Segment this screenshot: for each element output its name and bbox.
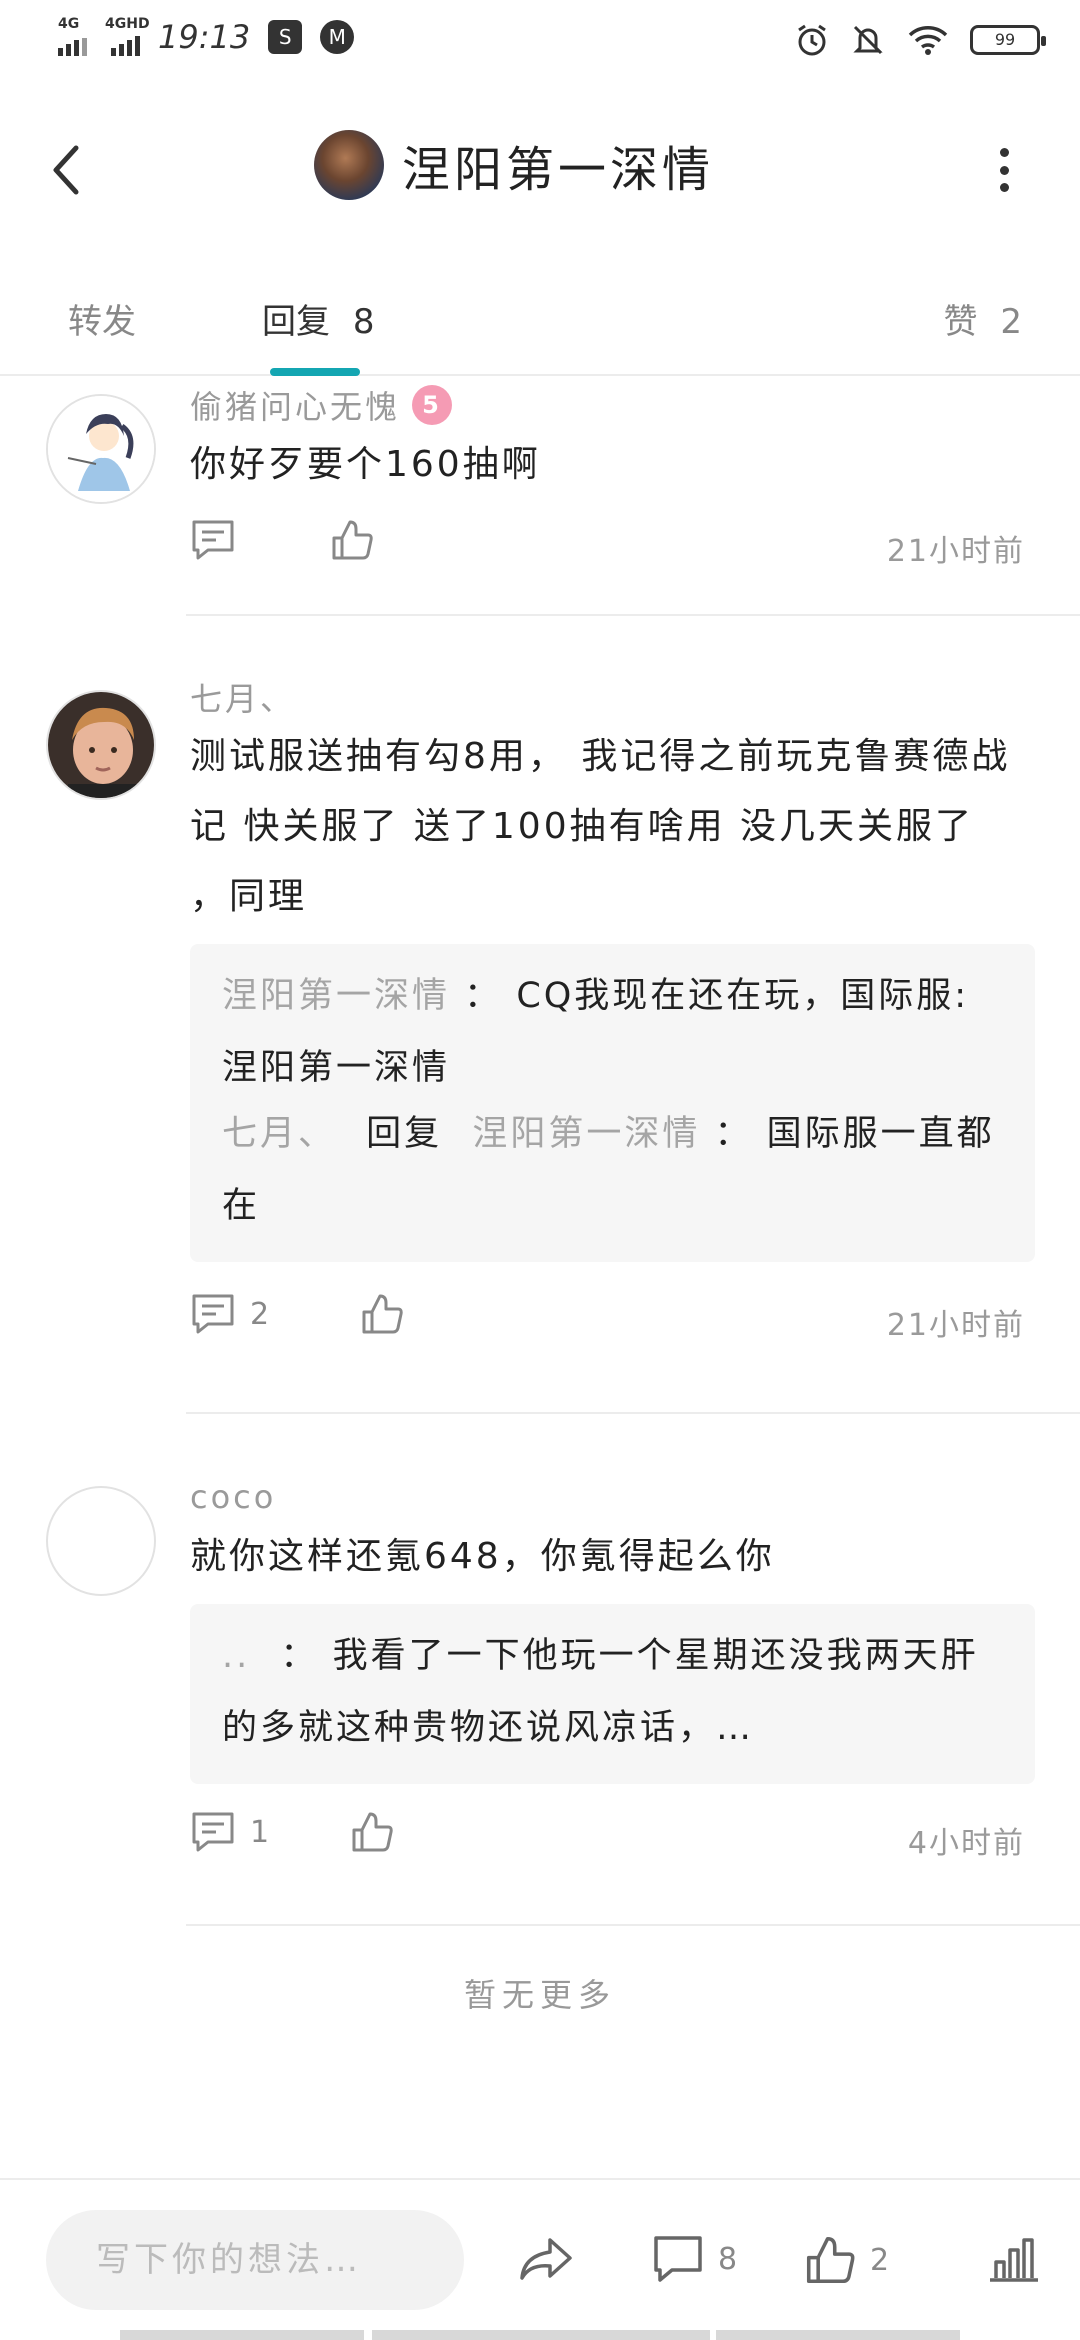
reply-button[interactable]: 1 [190, 1810, 269, 1854]
avatar[interactable] [46, 690, 156, 800]
comment-actions: 1 4小时前 [190, 1810, 1035, 1880]
level-badge: 5 [412, 385, 453, 425]
tab-indicator [270, 368, 360, 376]
thumbs-up-icon [352, 1812, 393, 1852]
header: 涅阳第一深情 [0, 120, 1080, 220]
author-name[interactable]: 偷猪问心无愧 [190, 382, 400, 428]
tab-like[interactable]: 赞 2 [944, 294, 1022, 343]
reply-target[interactable]: 涅阳第一深情 [472, 1114, 700, 1154]
back-arrow-icon[interactable] [46, 140, 86, 200]
reply-author[interactable]: 涅阳第一深情 [222, 976, 450, 1016]
tab-like-label: 赞 [943, 302, 978, 342]
reply-preview-line: 七月、 回复 涅阳第一深情 ： 国际服一直都在 [222, 1098, 1003, 1242]
comment-count: 8 [718, 2241, 738, 2277]
reply-count: 2 [250, 1296, 270, 1332]
bar-chart-icon [990, 2238, 1038, 2282]
comment-icon [192, 520, 234, 560]
author-name[interactable]: coco [190, 1478, 276, 1516]
mute-icon [853, 25, 883, 55]
comment-text: 就你这样还氪648，你氪得起么你 [190, 1536, 775, 1577]
like-button[interactable]: 2 [804, 2234, 889, 2286]
signal-icon-2: 4GHD [105, 16, 150, 56]
comment-text: 你好歹要个160抽啊 [190, 444, 541, 485]
signal-2-label: 4GHD [105, 16, 150, 32]
status-bar: 4G 4GHD 19:13 S M 99 [0, 0, 1080, 80]
app-notification-icon: S [268, 20, 303, 54]
nav-hint-bar [120, 2330, 364, 2340]
comment-author[interactable]: 七月、 [190, 672, 1050, 722]
share-icon [520, 2238, 572, 2280]
alarm-icon [798, 24, 826, 56]
comment-icon [192, 1294, 234, 1334]
header-avatar[interactable] [314, 130, 384, 200]
reply-button[interactable] [190, 518, 236, 562]
divider [186, 1924, 1080, 1926]
reply-preview-line: 涅阳第一深情 ： CQ我现在还在玩，国际服:涅阳第一深情 [222, 960, 1003, 1104]
comment-button[interactable]: 8 [652, 2234, 737, 2284]
reply-author[interactable]: .. [222, 1636, 250, 1676]
app-notification-icon-2: M [320, 20, 355, 54]
like-button[interactable] [360, 1292, 404, 1336]
share-button[interactable] [516, 2234, 576, 2284]
thumbs-up-icon [332, 520, 373, 560]
comment-icon [192, 1812, 234, 1852]
like-count: 2 [870, 2242, 890, 2278]
nav-hint-bar [716, 2330, 960, 2340]
reply-button[interactable]: 2 [190, 1292, 269, 1336]
stats-button[interactable] [988, 2234, 1040, 2284]
more-menu-icon[interactable] [998, 148, 1010, 192]
comment-time: 21小时前 [886, 1308, 1025, 1343]
reply-author[interactable]: 七月、 [222, 1114, 336, 1154]
header-user[interactable]: 涅阳第一深情 [314, 130, 714, 200]
no-more-text: 暂无更多 [463, 1976, 616, 2014]
author-name[interactable]: 七月、 [190, 674, 295, 720]
signal-icon-1: 4G [58, 16, 87, 56]
anime-avatar-image [48, 396, 154, 502]
tab-reply-count: 8 [352, 302, 375, 342]
reply-separator: ： [280, 1636, 319, 1676]
thumbs-up-icon [806, 2236, 855, 2284]
comment-author[interactable]: 偷猪问心无愧 5 [190, 380, 1050, 430]
divider [186, 614, 1080, 616]
comment-input[interactable]: 写下你的想法… [46, 2210, 464, 2310]
tab-bar: 转发 回复 8 赞 2 [0, 280, 1080, 376]
battery-icon: 99 [970, 25, 1046, 55]
nav-hint-bar [372, 2330, 710, 2340]
reply-word: 回复 [366, 1114, 443, 1154]
like-button[interactable] [330, 518, 374, 562]
like-button[interactable] [350, 1810, 394, 1854]
comment-time: 21小时前 [886, 534, 1025, 569]
comment-icon [654, 2236, 702, 2282]
status-time: 19:13 [158, 18, 251, 56]
reply-preview-line: .. ： 我看了一下他玩一个星期还没我两天肝的多就这种贵物还说风凉话，… [222, 1620, 1003, 1764]
thumbs-up-icon [362, 1294, 403, 1334]
bottom-bar: 写下你的想法… 8 2 [0, 2178, 1080, 2340]
page-title: 涅阳第一深情 [402, 142, 715, 198]
reply-separator: ： [464, 976, 503, 1016]
wifi-icon [908, 26, 948, 55]
reply-preview[interactable]: 涅阳第一深情 ： CQ我现在还在玩，国际服:涅阳第一深情 七月、 回复 涅阳第一… [190, 944, 1035, 1262]
reply-text: 我看了一下他玩一个星期还没我两天肝的多就这种贵物还说风凉话，… [222, 1636, 979, 1748]
reply-count: 1 [250, 1814, 270, 1850]
comment-actions: 21小时前 [190, 518, 1035, 588]
comment-actions: 2 21小时前 [190, 1292, 1035, 1362]
tab-like-count: 2 [1000, 302, 1022, 342]
comment-text: 测试服送抽有勾8用， 我记得之前玩克鲁赛德战记 快关服了 送了100抽有啥用 没… [190, 736, 1011, 917]
tab-reply[interactable]: 回复 8 [262, 294, 374, 343]
avatar[interactable] [46, 1486, 156, 1596]
comment-time: 4小时前 [907, 1826, 1025, 1861]
divider [186, 1412, 1080, 1414]
battery-level: 99 [994, 30, 1016, 49]
comment-author[interactable]: coco [190, 1472, 1050, 1522]
child-photo-avatar [48, 692, 154, 798]
signal-1-label: 4G [58, 16, 80, 32]
reply-separator: ： [714, 1114, 753, 1154]
tab-repost[interactable]: 转发 [68, 294, 136, 343]
avatar[interactable] [46, 394, 156, 504]
tab-reply-label: 回复 [262, 302, 330, 342]
reply-preview[interactable]: .. ： 我看了一下他玩一个星期还没我两天肝的多就这种贵物还说风凉话，… [190, 1604, 1035, 1784]
